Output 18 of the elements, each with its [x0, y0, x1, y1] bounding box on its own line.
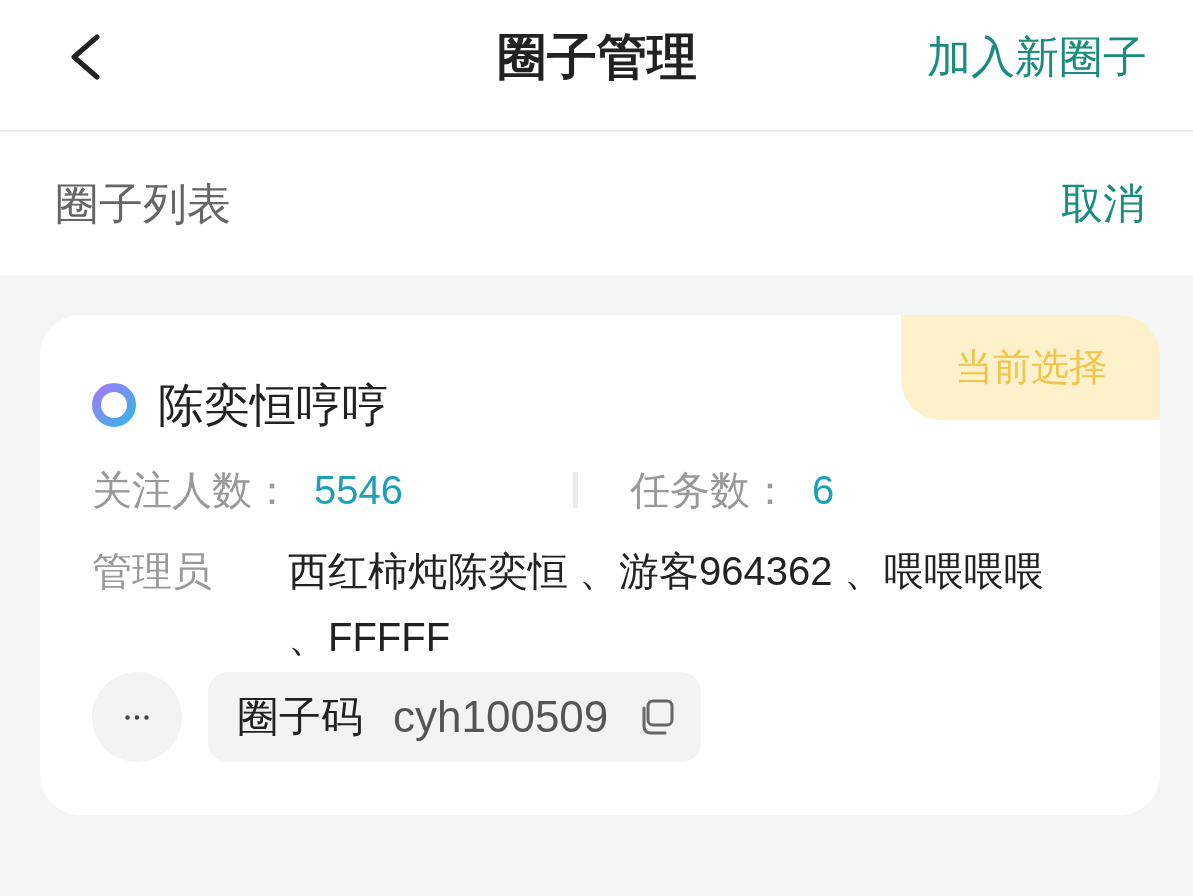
circle-card[interactable]: 当前选择 陈奕恒哼哼 关注人数： 5546 任务数： 6 管理员 西红柿炖陈奕恒 、游客964362 、喂喂喂喂、FFFFF 圈子码 cyh100509	[40, 315, 1160, 815]
admins-label: 管理员	[92, 548, 213, 595]
back-icon[interactable]	[70, 34, 100, 80]
page-title: 圈子管理	[496, 28, 697, 87]
current-selection-badge: 当前选择	[901, 315, 1160, 420]
ring-icon	[92, 383, 136, 427]
code-value: cyh100509	[393, 691, 609, 743]
stat-value: 5546	[314, 467, 403, 514]
stat-value: 6	[812, 467, 835, 514]
code-label: 圈子码	[237, 692, 363, 742]
admins-text: 西红柿炖陈奕恒 、游客964362 、喂喂喂喂、FFFFF	[288, 548, 1045, 661]
join-circle-button[interactable]: 加入新圈子	[927, 29, 1147, 85]
circle-name: 陈奕恒哼哼	[158, 378, 388, 433]
stat-label: 任务数：	[630, 467, 790, 514]
more-icon	[125, 714, 149, 720]
stat-label: 关注人数：	[92, 467, 292, 514]
cancel-button[interactable]: 取消	[1061, 175, 1145, 232]
section-title: 圈子列表	[55, 177, 231, 230]
